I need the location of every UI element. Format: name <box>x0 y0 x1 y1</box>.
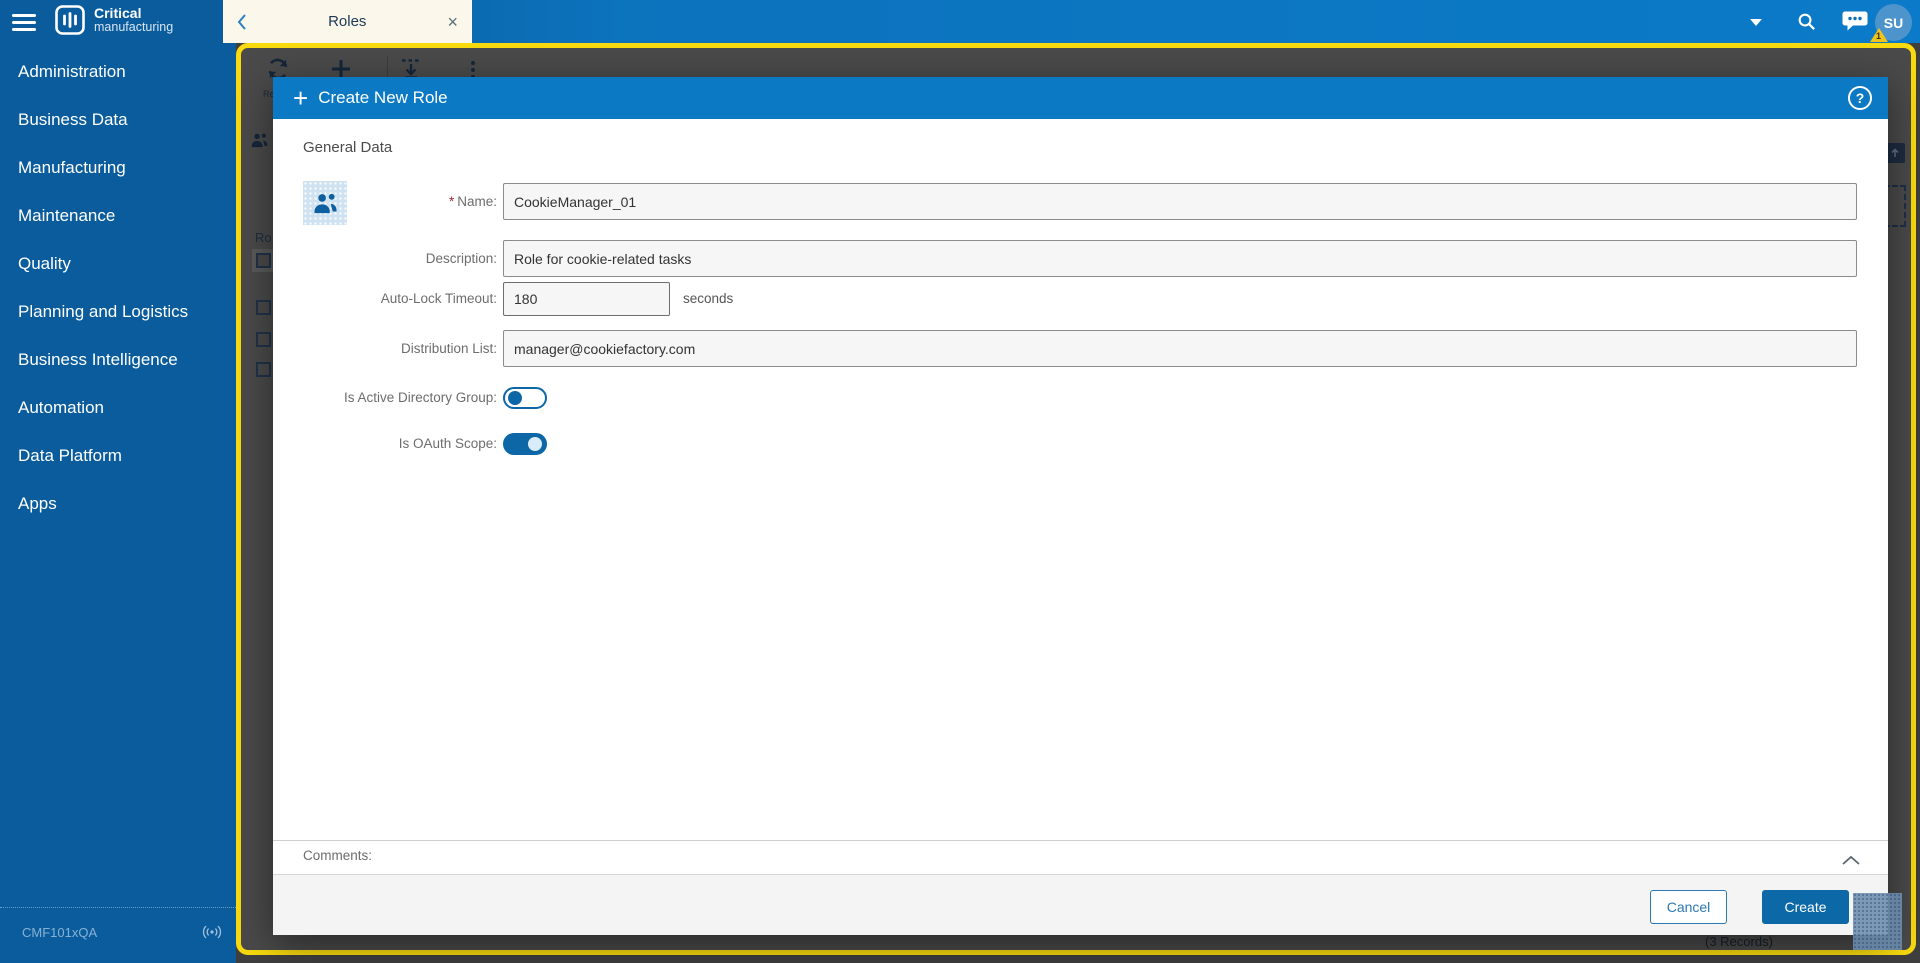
section-title: General Data <box>303 139 393 156</box>
sidebar-item-automation[interactable]: Automation <box>0 384 236 432</box>
brand-logo: Critical manufacturing <box>55 5 173 35</box>
topbar: Critical manufacturing Roles × SU 1 <box>0 0 1920 43</box>
name-input[interactable] <box>503 183 1857 220</box>
content-area: Ref Ro (3 Records) + Create New Role ? G… <box>236 43 1916 955</box>
oauth-scope-toggle[interactable] <box>503 433 547 455</box>
ad-group-label: Is Active Directory Group: <box>343 390 497 405</box>
modal-title: Create New Role <box>318 88 448 107</box>
sidebar-item-maintenance[interactable]: Maintenance <box>0 192 236 240</box>
description-input[interactable] <box>503 240 1857 277</box>
row-checkbox <box>256 300 271 315</box>
connection-antenna-icon <box>202 925 222 939</box>
plus-icon: + <box>293 83 309 113</box>
autolock-label: Auto-Lock Timeout: <box>380 291 497 306</box>
sidebar-item-manufacturing[interactable]: Manufacturing <box>0 144 236 192</box>
notification-badge: 1 <box>1870 28 1888 42</box>
environment-label: CMF101xQA <box>22 925 98 940</box>
tab-roles[interactable]: Roles × <box>223 0 472 43</box>
sidebar-item-data-platform[interactable]: Data Platform <box>0 432 236 480</box>
help-icon[interactable]: ? <box>1848 86 1872 110</box>
oauth-scope-label: Is OAuth Scope: <box>398 436 497 451</box>
brand-line1: Critical <box>94 4 142 21</box>
sidebar-nav: Administration Business Data Manufacturi… <box>0 43 236 528</box>
autolock-suffix: seconds <box>683 291 734 306</box>
tab-back-icon[interactable] <box>237 13 247 30</box>
row-checkbox <box>256 332 271 347</box>
autolock-input[interactable] <box>503 282 670 316</box>
sidebar-footer: CMF101xQA <box>0 907 236 963</box>
search-icon[interactable] <box>1795 10 1818 33</box>
distribution-input[interactable] <box>503 330 1857 367</box>
critical-manufacturing-logo-icon <box>55 5 85 35</box>
row-checkbox <box>256 253 271 268</box>
row-checkbox <box>256 362 271 377</box>
collapse-comments-icon[interactable] <box>1842 852 1860 870</box>
roles-people-icon-dimmed <box>251 133 268 148</box>
menu-icon[interactable] <box>12 10 38 32</box>
brand-line2: manufacturing <box>94 20 174 35</box>
ad-group-toggle[interactable] <box>503 387 547 409</box>
sidebar-item-quality[interactable]: Quality <box>0 240 236 288</box>
tab-title: Roles <box>328 13 367 30</box>
comments-label: Comments: <box>303 848 373 863</box>
notification-count: 1 <box>1876 31 1882 41</box>
chat-icon[interactable] <box>1842 10 1868 33</box>
description-label: Description: <box>425 251 497 266</box>
modal-header: + Create New Role ? <box>273 77 1888 119</box>
app-root: Critical manufacturing Roles × SU 1 Admi… <box>0 0 1920 963</box>
chevron-down-icon[interactable] <box>1750 19 1762 26</box>
drag-ghost-artifact <box>1853 893 1902 950</box>
modal-footer: Cancel Create <box>273 874 1888 935</box>
name-label: * Name: <box>448 194 497 209</box>
sidebar-item-apps[interactable]: Apps <box>0 480 236 528</box>
required-marker: * <box>448 194 455 209</box>
column-header-partial: Ro <box>255 230 272 245</box>
sidebar: Administration Business Data Manufacturi… <box>0 43 236 963</box>
sidebar-item-planning-logistics[interactable]: Planning and Logistics <box>0 288 236 336</box>
tab-close-icon[interactable]: × <box>447 13 458 31</box>
sidebar-item-business-data[interactable]: Business Data <box>0 96 236 144</box>
distribution-label: Distribution List: <box>400 341 497 356</box>
cancel-button[interactable]: Cancel <box>1650 890 1727 924</box>
sidebar-item-business-intelligence[interactable]: Business Intelligence <box>0 336 236 384</box>
create-role-modal: + Create New Role ? General Data *Name: <box>273 77 1888 935</box>
create-button[interactable]: Create <box>1762 890 1849 924</box>
comments-divider <box>273 840 1888 841</box>
records-count: (3 Records) <box>1705 934 1773 949</box>
sidebar-item-administration[interactable]: Administration <box>0 48 236 96</box>
